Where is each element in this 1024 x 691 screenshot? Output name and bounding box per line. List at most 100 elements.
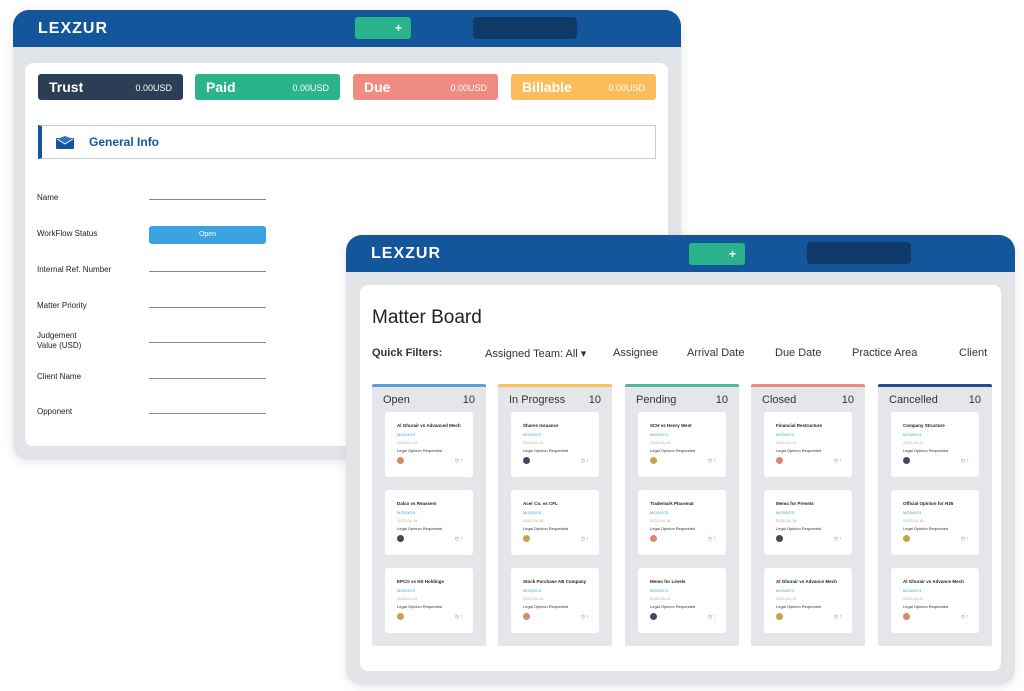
matter-card[interactable]: Dalco vs Reassem MOD0075 2022-04-18 Legal O… (385, 490, 473, 555)
tile-value: 0.00USD (292, 83, 329, 93)
card-description: Legal Opinion Requested (776, 604, 822, 609)
card-id[interactable]: MOD0074 (523, 588, 541, 593)
matter-card[interactable]: Shares Issuance MOD0074 2022-04-12 Legal Op… (511, 412, 599, 477)
matter-card[interactable]: Official Opinion for H35 MOD0075 2022-04-1… (891, 490, 979, 555)
column-title: In Progress (509, 394, 566, 406)
column-color-bar (372, 384, 486, 387)
field-label: Name (37, 193, 59, 202)
clock-icon: ◷ (707, 458, 713, 464)
card-description: Legal Opinion Requested (397, 604, 443, 609)
add-button[interactable]: + (689, 243, 745, 265)
matter-card[interactable]: Memo for Levels MOD0074 2022-04-12 Legal Op… (638, 568, 726, 633)
field-label: Matter Priority (37, 301, 87, 310)
billable-tile: Billable 0.00USD (511, 74, 656, 100)
card-id[interactable]: MOD0074 (397, 588, 415, 593)
priority-up-icon: ↑ (586, 614, 590, 620)
matter-card[interactable]: Acer Co. vs CFL MOD0075 2022-04-18 Legal Op… (511, 490, 599, 555)
general-info-header[interactable]: General Info (38, 125, 656, 159)
internal-ref-input[interactable] (149, 271, 266, 272)
matter-card[interactable]: Trademark Placemat MOD0075 2022-04-18 Legal… (638, 490, 726, 555)
add-button[interactable]: + (355, 17, 411, 39)
client-name-input[interactable] (149, 378, 266, 379)
avatar (903, 613, 910, 620)
card-icons: ◷ ↑ (834, 536, 842, 542)
avatar (523, 457, 530, 464)
top-bar-button[interactable] (807, 242, 911, 264)
card-date: 2022-04-12 (650, 440, 671, 445)
card-title: Al Ghurair vs Advance Mech (776, 579, 837, 584)
matter-card[interactable]: Company Structure MOD0074 2022-04-12 Legal … (891, 412, 979, 477)
avatar (650, 457, 657, 464)
card-id[interactable]: MOD0074 (776, 588, 794, 593)
card-description: Legal Opinion Requested (523, 604, 569, 609)
matter-card[interactable]: Memo for Presets MOD0075 2022-04-18 Legal O… (764, 490, 852, 555)
matter-card[interactable]: Financial Restructure MOD0074 2022-04-12 Le… (764, 412, 852, 477)
matter-card[interactable]: Al Ghurair vs Advance Mech MOD0074 2022-04… (891, 568, 979, 633)
card-id[interactable]: MOD0074 (903, 588, 921, 593)
field-label: Internal Ref. Number (37, 265, 112, 274)
priority-up-icon: ↑ (713, 614, 717, 620)
matter-card[interactable]: EPCO vs HS Holdings MOD0074 2022-04-12 Lega… (385, 568, 473, 633)
card-title: Al Ghurair vs Advanced Mech (397, 423, 461, 428)
card-id[interactable]: MOD0075 (776, 510, 794, 515)
card-icons: ◷ ↑ (708, 536, 716, 542)
matter-card[interactable]: Al Ghurair vs Advanced Mech MOD0074 2022-0… (385, 412, 473, 477)
card-id[interactable]: MOD0074 (903, 432, 921, 437)
card-date: 2022-04-12 (903, 440, 924, 445)
card-icons: ◷ ↑ (581, 536, 589, 542)
workflow-status-button[interactable]: Open (149, 226, 266, 244)
column-count: 10 (462, 394, 475, 406)
matter-priority-input[interactable] (149, 307, 266, 308)
field-label: WorkFlow Status (37, 229, 98, 238)
card-id[interactable]: MOD0075 (650, 510, 668, 515)
filter-due-date[interactable]: Due Date (775, 347, 821, 359)
card-id[interactable]: MOD0075 (903, 510, 921, 515)
card-id[interactable]: MOD0074 (397, 432, 415, 437)
tile-value: 0.00USD (450, 83, 487, 93)
card-id[interactable]: MOD0075 (397, 510, 415, 515)
matter-card[interactable]: Stock Purchase AB Company MOD0074 2022-04-… (511, 568, 599, 633)
tile-value: 0.00USD (135, 83, 172, 93)
envelope-icon (56, 136, 74, 149)
card-id[interactable]: MOD0074 (523, 432, 541, 437)
card-date: 2022-04-18 (397, 518, 418, 523)
field-label: Judgement Value (USD) (37, 331, 82, 350)
clock-icon: ◷ (960, 458, 966, 464)
card-title: SCH vs Henry West (650, 423, 692, 428)
filter-assignee[interactable]: Assignee (613, 347, 658, 359)
priority-up-icon: ↑ (839, 458, 843, 464)
clock-icon: ◷ (454, 536, 460, 542)
filter-arrival-date[interactable]: Arrival Date (687, 347, 744, 359)
card-description: Legal Opinion Requested (650, 526, 696, 531)
filter-assigned-team[interactable]: Assigned Team: All ▾ (485, 347, 586, 360)
card-icons: ◷ ↑ (708, 614, 716, 620)
clock-icon: ◷ (454, 458, 460, 464)
filter-practice-area[interactable]: Practice Area (852, 347, 917, 359)
column-color-bar (751, 384, 865, 387)
matter-card[interactable]: Al Ghurair vs Advance Mech MOD0074 2022-04… (764, 568, 852, 633)
card-title: Shares Issuance (523, 423, 559, 428)
clock-icon: ◷ (454, 614, 460, 620)
card-title: Company Structure (903, 423, 945, 428)
top-bar: LEXZUR + (13, 10, 681, 47)
card-title: Acer Co. vs CFL (523, 501, 558, 506)
opponent-input[interactable] (149, 413, 266, 414)
filter-client[interactable]: Client (959, 347, 987, 359)
column-color-bar (625, 384, 739, 387)
judgement-value-input[interactable] (149, 342, 266, 343)
card-id[interactable]: MOD0074 (650, 588, 668, 593)
avatar (523, 535, 530, 542)
card-date: 2022-04-12 (523, 596, 544, 601)
card-id[interactable]: MOD0075 (523, 510, 541, 515)
card-id[interactable]: MOD0074 (650, 432, 668, 437)
trust-tile: Trust 0.00USD (38, 74, 183, 100)
card-description: Legal Opinion Requested (523, 526, 569, 531)
top-bar-button[interactable] (473, 17, 577, 39)
matter-card[interactable]: SCH vs Henry West MOD0074 2022-04-12 Legal … (638, 412, 726, 477)
card-description: Legal Opinion Requested (903, 604, 949, 609)
card-date: 2022-04-18 (523, 518, 544, 523)
card-id[interactable]: MOD0074 (776, 432, 794, 437)
card-date: 2022-04-18 (776, 518, 797, 523)
name-input[interactable] (149, 199, 266, 200)
card-icons: ◷ ↑ (961, 458, 969, 464)
